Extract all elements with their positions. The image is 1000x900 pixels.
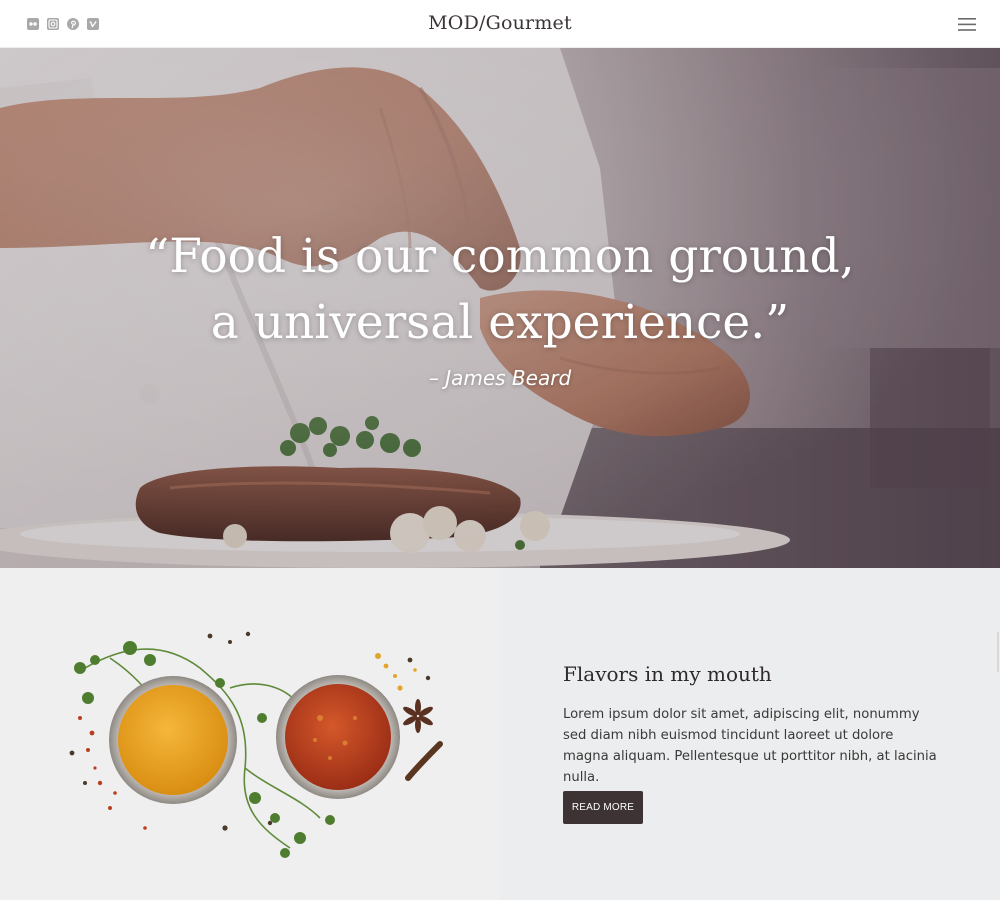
hero-quote-line-1: “Food is our common ground,	[145, 229, 855, 284]
site-logo[interactable]: MOD/Gourmet	[0, 12, 1000, 34]
spice-bowls-photo	[0, 568, 500, 900]
hero-banner: “Food is our common ground, a universal …	[0, 48, 1000, 568]
feature-title: Flavors in my mouth	[563, 662, 772, 686]
site-header: MOD/Gourmet	[0, 0, 1000, 48]
hero-quote-line-2: a universal experience.”	[210, 295, 790, 350]
hero-quote-author: – James Beard	[428, 366, 572, 390]
scroll-indicator[interactable]	[997, 632, 999, 672]
hamburger-menu-icon[interactable]	[958, 18, 976, 31]
feature-description: Lorem ipsum dolor sit amet, adipiscing e…	[563, 707, 937, 785]
hero-quote: “Food is our common ground, a universal …	[0, 224, 1000, 356]
read-more-button[interactable]: READ MORE	[563, 791, 643, 824]
feature-section: Flavors in my mouth Lorem ipsum dolor si…	[0, 568, 1000, 900]
